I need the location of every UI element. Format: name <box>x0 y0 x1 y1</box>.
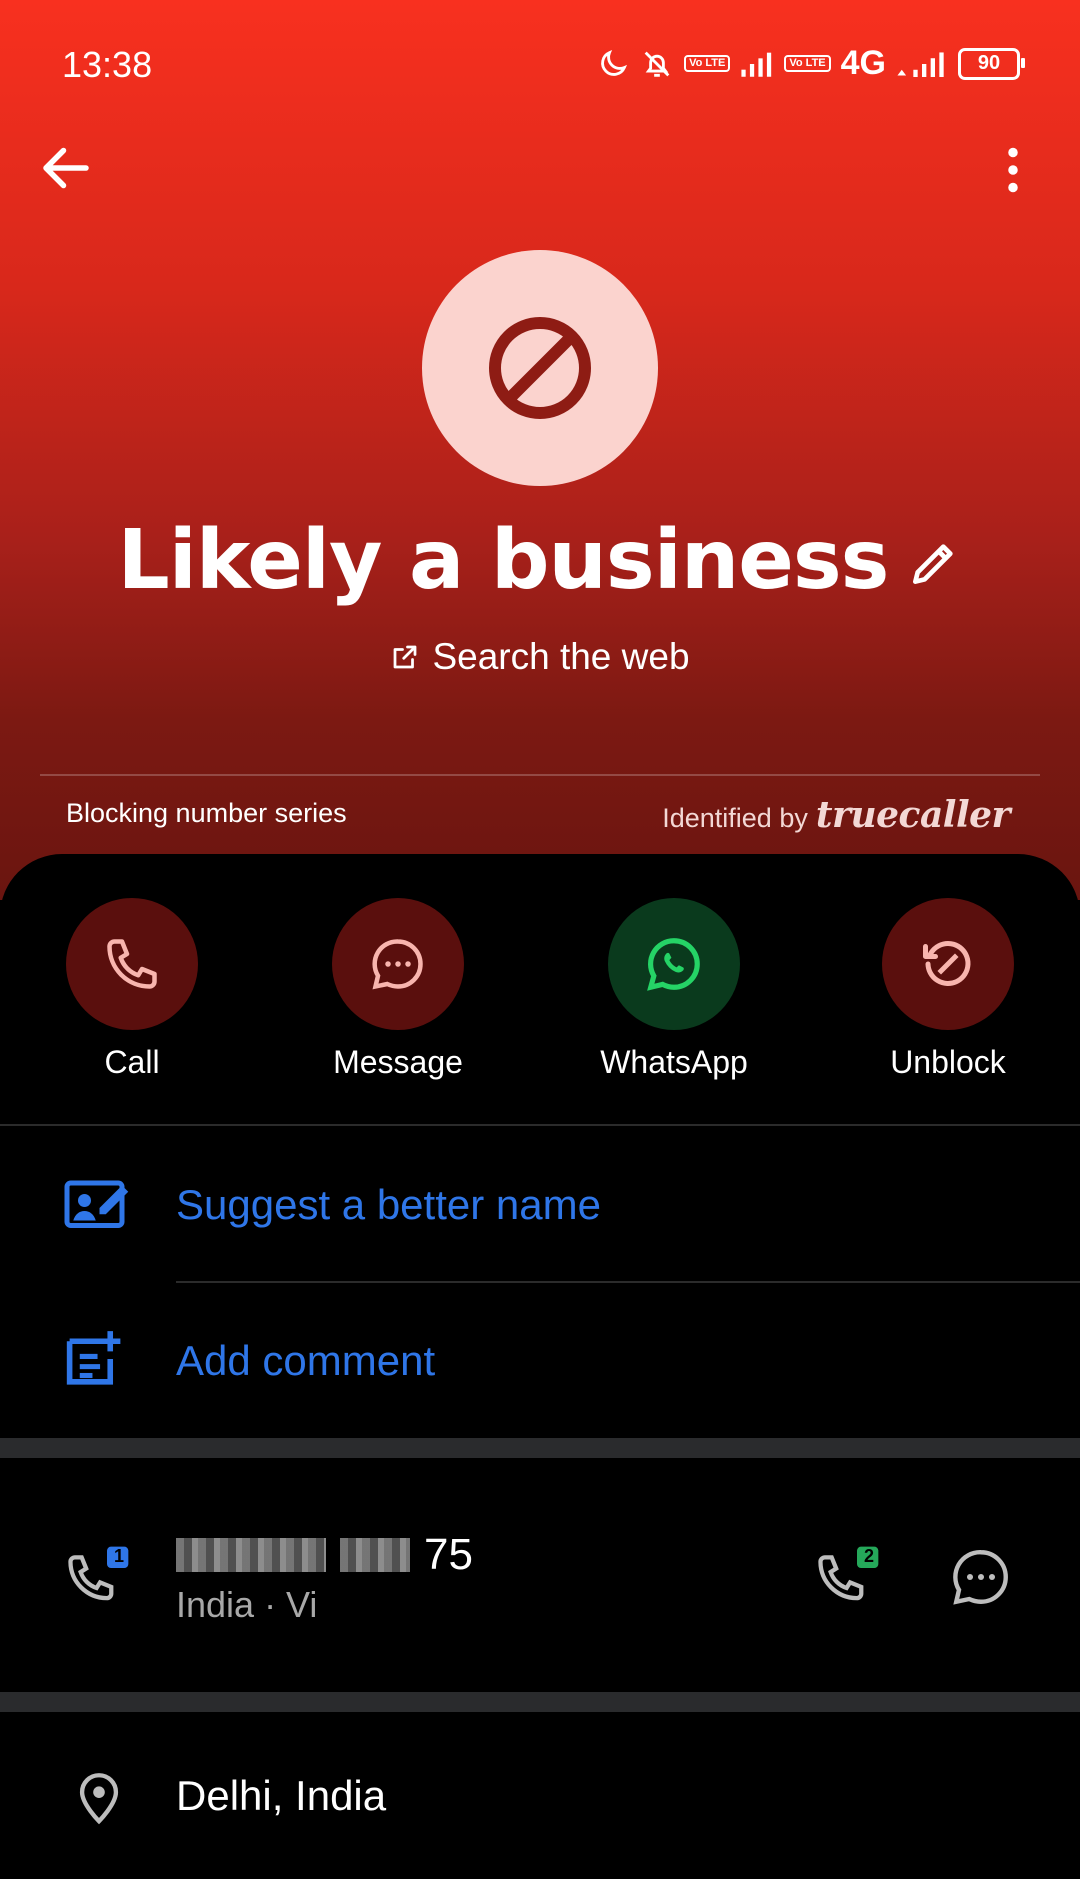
call-sim2-button[interactable]: 2 <box>814 1544 884 1613</box>
sms-button[interactable] <box>948 1544 1014 1615</box>
phone-number-row[interactable] <box>0 1460 1080 1690</box>
external-link-icon <box>394 645 417 669</box>
search-web-label: Search the web <box>432 636 690 677</box>
volte-badge-1: Vo LTE <box>684 55 731 72</box>
suggest-name-icon <box>62 1173 132 1238</box>
signal-icon-2 <box>896 49 948 79</box>
battery-icon: 90 <box>958 47 1025 80</box>
section-band <box>0 1438 1080 1458</box>
carrier-label: India · Vi <box>176 1584 318 1625</box>
identified-label: Identified by <box>662 803 808 833</box>
whatsapp-circle <box>608 898 740 1030</box>
unblock-circle <box>882 898 1014 1030</box>
more-options-button[interactable] <box>983 140 1043 200</box>
redacted-digits-2 <box>340 1538 410 1572</box>
more-vertical-icon <box>1008 147 1018 193</box>
truecaller-logo: truecaller <box>815 794 1011 836</box>
suggest-name-label: Suggest a better name <box>176 1181 601 1228</box>
action-bar: Call Message WhatsApp Unblock <box>0 898 1080 1098</box>
pencil-icon <box>913 544 954 584</box>
link-divider <box>176 1281 1080 1283</box>
moon-icon <box>596 47 630 81</box>
hero-divider <box>40 774 1040 776</box>
block-icon <box>489 317 591 419</box>
signal-icon-1 <box>740 49 774 79</box>
status-bar: 13:38 Vo LTE Vo LTE 4G 90 <box>0 0 1080 130</box>
unblock-icon <box>923 941 971 986</box>
phone-number-tail: 75 <box>424 1530 473 1579</box>
redacted-digits-1 <box>176 1538 326 1572</box>
phone-icon <box>107 939 157 989</box>
volte-badge-2: Vo LTE <box>784 55 831 72</box>
add-comment-icon <box>62 1328 128 1395</box>
title-row: Likely a business <box>0 510 1080 610</box>
status-icons: Vo LTE Vo LTE 4G 90 <box>596 44 1025 83</box>
section-band-2 <box>0 1692 1080 1712</box>
whatsapp-button[interactable]: WhatsApp <box>554 898 794 1081</box>
whatsapp-icon <box>647 938 700 991</box>
add-comment-label: Add comment <box>176 1337 436 1384</box>
call-button[interactable]: Call <box>12 898 252 1081</box>
message-label: Message <box>333 1044 463 1080</box>
sim1-badge: 1 <box>114 1546 125 1566</box>
location-pin-icon <box>70 1766 128 1833</box>
call-circle <box>66 898 198 1030</box>
network-type: 4G <box>840 44 886 82</box>
add-comment-row[interactable]: Add comment <box>0 1286 1080 1436</box>
message-icon <box>372 939 423 990</box>
back-button[interactable] <box>36 138 96 198</box>
location-label: Delhi, India <box>176 1772 387 1819</box>
suggest-name-row[interactable]: Suggest a better name <box>0 1130 1080 1280</box>
page-title: Likely a business <box>117 512 890 608</box>
message-icon <box>953 1550 1008 1605</box>
blocking-label: Blocking number series <box>66 798 347 828</box>
identified-by: Identified by truecaller <box>662 794 1010 836</box>
call-label: Call <box>104 1044 160 1080</box>
battery-level: 90 <box>977 52 1001 74</box>
message-circle <box>332 898 464 1030</box>
avatar <box>422 250 658 486</box>
arrow-left-icon <box>43 147 89 189</box>
unblock-label: Unblock <box>890 1044 1006 1080</box>
whatsapp-label: WhatsApp <box>600 1044 748 1080</box>
status-time: 13:38 <box>62 44 153 85</box>
call-sim1-button[interactable]: 1 <box>64 1544 134 1613</box>
edit-name-button[interactable] <box>906 535 962 591</box>
phone-number: 75 <box>176 1530 473 1580</box>
search-web-link[interactable]: Search the web <box>0 632 1080 682</box>
unblock-button[interactable]: Unblock <box>828 898 1068 1081</box>
actions-divider <box>0 1124 1080 1126</box>
sim2-badge: 2 <box>864 1546 875 1566</box>
bell-off-icon <box>640 47 674 81</box>
message-button[interactable]: Message <box>278 898 518 1081</box>
